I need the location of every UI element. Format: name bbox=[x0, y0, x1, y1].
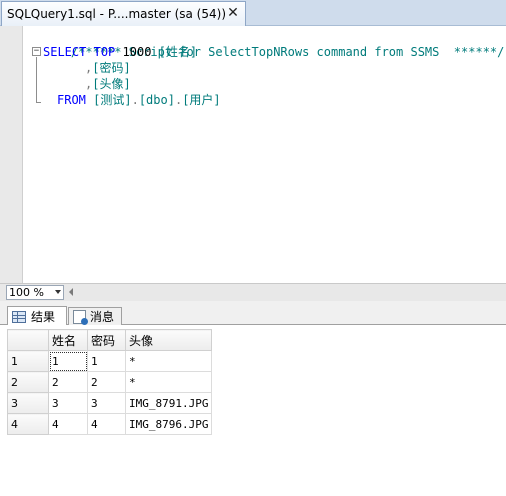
column-header[interactable]: 姓名 bbox=[48, 329, 88, 351]
query-editor[interactable]: − /****** Script for SelectTopNRows comm… bbox=[0, 26, 506, 283]
outline-guide-end bbox=[36, 102, 41, 103]
table-row: 1 1 1 * bbox=[7, 350, 213, 372]
gutter-divider bbox=[22, 26, 23, 283]
grid-cell[interactable]: IMG_8796.JPG bbox=[124, 413, 213, 435]
row-number[interactable]: 2 bbox=[7, 371, 49, 393]
grid-cell[interactable]: 1 bbox=[87, 350, 126, 372]
editor-gutter bbox=[0, 26, 22, 283]
top-keyword: TOP bbox=[93, 45, 116, 59]
grid-corner-cell[interactable] bbox=[7, 329, 49, 351]
code-line-1: /****** Script for SelectTopNRows comman… bbox=[42, 28, 504, 59]
row-number[interactable]: 1 bbox=[7, 350, 49, 372]
tab-results[interactable]: 结果 bbox=[7, 306, 67, 326]
row-number[interactable]: 3 bbox=[7, 392, 49, 414]
table-identifier: [用户] bbox=[182, 93, 221, 107]
select-keyword: SELECT bbox=[43, 45, 87, 59]
database-identifier: [测试] bbox=[93, 93, 132, 107]
grid-cell[interactable]: 2 bbox=[48, 371, 88, 393]
code-line-3: ,[密码] bbox=[85, 60, 131, 76]
table-row: 4 4 4 IMG_8796.JPG bbox=[7, 413, 213, 435]
grid-cell[interactable]: IMG_8791.JPG bbox=[124, 392, 213, 414]
document-tab-strip: SQLQuery1.sql - P....master (sa (54)) ✕ bbox=[0, 0, 506, 26]
code-line-2: SELECT TOP 1000 [姓名] bbox=[43, 44, 197, 60]
column-header[interactable]: 密码 bbox=[87, 329, 126, 351]
results-grid[interactable]: 姓名 密码 头像 1 1 1 * 2 2 2 * 3 3 3 IMG_8791.… bbox=[7, 329, 213, 435]
grid-cell[interactable]: 1 bbox=[48, 350, 88, 372]
top-count: 1000 bbox=[122, 45, 152, 59]
table-row: 3 3 3 IMG_8791.JPG bbox=[7, 392, 213, 414]
grid-cell[interactable]: * bbox=[124, 371, 213, 393]
code-line-4: ,[头像] bbox=[85, 76, 131, 92]
dot: . bbox=[131, 93, 139, 107]
grid-header-row: 姓名 密码 头像 bbox=[7, 329, 213, 351]
tab-messages[interactable]: 消息 bbox=[68, 307, 122, 325]
column-header[interactable]: 头像 bbox=[124, 329, 213, 351]
close-icon[interactable]: ✕ bbox=[226, 6, 240, 20]
document-tab[interactable]: SQLQuery1.sql - P....master (sa (54)) ✕ bbox=[1, 1, 246, 26]
editor-zoom-bar: 100 % bbox=[0, 283, 506, 301]
message-icon bbox=[73, 309, 88, 325]
document-tab-title: SQLQuery1.sql - P....master (sa (54)) bbox=[7, 7, 226, 21]
collapse-toggle-icon[interactable]: − bbox=[32, 47, 41, 56]
zoom-select[interactable]: 100 % bbox=[6, 285, 64, 300]
code-line-5: FROM [测试].[dbo].[用户] bbox=[57, 92, 221, 108]
grid-cell[interactable]: 4 bbox=[87, 413, 126, 435]
column-identifier: [姓名] bbox=[158, 45, 198, 59]
tab-messages-label: 消息 bbox=[90, 310, 115, 324]
outline-guide bbox=[36, 57, 37, 103]
grid-cell[interactable]: 4 bbox=[48, 413, 88, 435]
results-tab-strip: 结果 消息 bbox=[0, 301, 506, 326]
table-row: 2 2 2 * bbox=[7, 371, 213, 393]
grid-cell[interactable]: * bbox=[124, 350, 213, 372]
column-identifier: [密码] bbox=[92, 61, 131, 75]
column-identifier: [头像] bbox=[92, 77, 131, 91]
grid-cell[interactable]: 3 bbox=[87, 392, 126, 414]
grid-icon bbox=[12, 310, 26, 323]
grid-cell[interactable]: 3 bbox=[48, 392, 88, 414]
scroll-left-icon[interactable] bbox=[69, 288, 73, 296]
row-number[interactable]: 4 bbox=[7, 413, 49, 435]
zoom-value: 100 % bbox=[9, 286, 44, 299]
from-keyword: FROM bbox=[57, 93, 86, 107]
grid-cell[interactable]: 2 bbox=[87, 371, 126, 393]
results-pane: 姓名 密码 头像 1 1 1 * 2 2 2 * 3 3 3 IMG_8791.… bbox=[0, 325, 506, 496]
tab-results-label: 结果 bbox=[31, 310, 56, 324]
schema-identifier: [dbo] bbox=[138, 93, 175, 107]
chevron-down-icon[interactable] bbox=[55, 290, 61, 294]
